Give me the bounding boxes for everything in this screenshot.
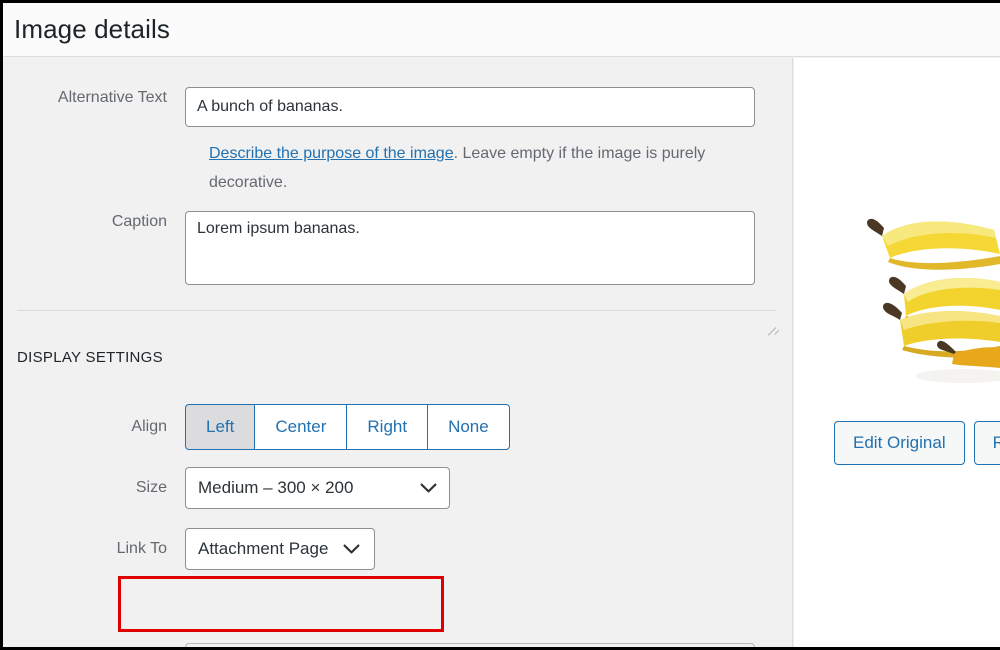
caption-label: Caption xyxy=(111,213,167,230)
alt-text-label: Alternative Text xyxy=(57,89,167,106)
align-row: Align Left Center Right None xyxy=(3,404,510,450)
settings-pane: Alternative Text Describe the purpose of… xyxy=(3,58,793,647)
alt-text-row: Alternative Text xyxy=(3,87,755,127)
describe-purpose-link[interactable]: Describe the purpose of the image xyxy=(209,145,454,162)
alt-text-helper: Describe the purpose of the image. Leave… xyxy=(209,139,769,197)
align-option-left[interactable]: Left xyxy=(185,404,255,450)
section-divider xyxy=(17,310,776,311)
size-row: Size Medium – 300 × 200 xyxy=(3,467,450,509)
chevron-down-icon xyxy=(415,483,441,494)
align-label: Align xyxy=(131,418,167,435)
caption-textarea[interactable] xyxy=(185,211,755,285)
preview-action-buttons: Edit Original Replace xyxy=(834,421,1000,465)
url-input[interactable] xyxy=(185,643,755,647)
align-option-none[interactable]: None xyxy=(427,404,510,450)
align-option-center[interactable]: Center xyxy=(254,404,347,450)
size-label: Size xyxy=(135,479,167,496)
url-label: URL xyxy=(3,643,185,647)
edit-original-button[interactable]: Edit Original xyxy=(834,421,965,465)
size-select[interactable]: Medium – 300 × 200 xyxy=(185,467,450,509)
annotation-highlight-box xyxy=(118,576,444,632)
link-to-row: Link To Attachment Page xyxy=(3,528,375,570)
page-title: Image details xyxy=(14,14,170,44)
dialog-titlebar: Image details xyxy=(3,3,1000,57)
alt-text-input[interactable] xyxy=(185,87,755,127)
display-settings-heading: DISPLAY SETTINGS xyxy=(17,349,163,366)
align-button-group: Left Center Right None xyxy=(185,404,510,450)
resize-handle-icon xyxy=(764,318,780,336)
caption-row: Caption xyxy=(3,211,755,285)
url-row: URL xyxy=(3,643,755,647)
replace-button[interactable]: Replace xyxy=(973,421,1000,465)
banana-image xyxy=(794,58,1000,408)
link-to-label: Link To xyxy=(116,540,167,557)
link-to-select[interactable]: Attachment Page xyxy=(185,528,375,570)
link-to-select-value: Attachment Page xyxy=(198,539,329,558)
image-preview-pane: Edit Original Replace xyxy=(794,58,1000,647)
align-option-right[interactable]: Right xyxy=(346,404,428,450)
image-preview xyxy=(794,58,1000,408)
chevron-down-icon xyxy=(338,544,364,555)
image-details-dialog: Image details Alternative Text Describe … xyxy=(0,0,1000,650)
size-select-value: Medium – 300 × 200 xyxy=(198,478,354,497)
